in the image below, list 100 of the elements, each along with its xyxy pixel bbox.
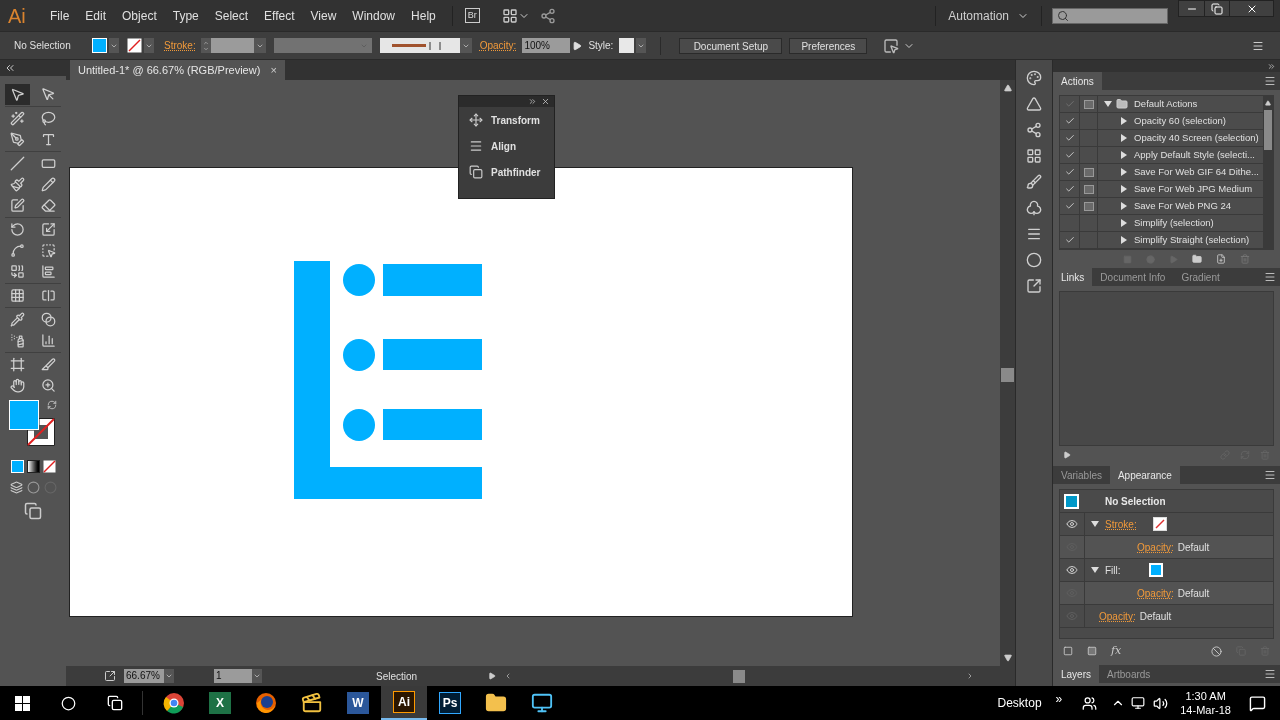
action-row[interactable]: Simplify (selection) [1060,215,1263,232]
restore-button[interactable] [1204,1,1229,16]
collapse-icon[interactable] [4,62,16,74]
action-row[interactable]: Opacity 40 Screen (selection) [1060,130,1263,147]
windows-start-icon[interactable] [15,695,30,711]
panel-item[interactable]: Align [459,133,554,159]
task-view-icon[interactable] [107,695,123,711]
disclosure-triangle-icon[interactable] [1120,185,1128,193]
app-icon[interactable]: Ps [439,692,461,714]
fill-color-swatch[interactable] [9,400,39,430]
panel-menu-icon[interactable] [1264,75,1276,87]
disclosure-triangle-icon[interactable] [1120,117,1128,125]
notification-icon[interactable] [1249,694,1266,712]
menu-item[interactable]: Edit [77,6,115,25]
scroll-up-icon[interactable] [1265,100,1271,106]
vertical-scroll-thumb[interactable] [1001,368,1014,382]
control-button[interactable]: Preferences [789,37,868,54]
stroke-weight-field[interactable] [200,38,266,53]
search-field[interactable] [1052,7,1168,24]
control-button[interactable]: Document Setup [679,37,783,54]
visibility-eye-icon[interactable] [1066,518,1078,530]
disclosure-triangle-icon[interactable] [1091,566,1099,574]
club-icon[interactable] [1026,200,1042,216]
circle-icon[interactable] [1026,252,1042,268]
stroke-link[interactable]: Stroke: [164,38,196,53]
panel-item[interactable]: Transform [459,107,554,133]
opacity-link[interactable]: Opacity: [1099,608,1136,624]
dialog-toggle[interactable] [1079,181,1098,197]
monitor-icon[interactable] [531,692,553,714]
panel-menu-icon[interactable] [1252,39,1264,52]
color-mode-button[interactable] [10,460,24,473]
workspace-switcher[interactable]: Automation [948,6,1029,25]
firefox-icon[interactable] [255,692,277,714]
panel-tab[interactable]: Appearance [1109,466,1180,484]
disclosure-triangle-icon[interactable] [1120,134,1128,142]
stroke-lines-icon[interactable] [1026,226,1042,242]
panel-item[interactable]: Pathfinder [459,159,554,185]
panel-menu-icon[interactable] [1264,271,1276,283]
share-icon[interactable] [104,670,116,682]
panel-tab[interactable]: Links [1053,268,1093,286]
action-row[interactable]: Save For Web JPG Medium [1060,181,1263,198]
swap-arrows-icon[interactable] [47,400,57,410]
panel-tab[interactable]: Actions [1053,72,1102,90]
export-icon[interactable] [1026,278,1042,294]
search-circle-icon[interactable] [61,695,76,711]
add-stroke-icon[interactable] [1063,646,1073,656]
add-fill-icon[interactable] [1087,646,1097,656]
new-action-icon[interactable] [1216,254,1226,264]
scroll-thumb[interactable] [733,669,745,683]
expand-arrow-icon[interactable] [1063,450,1071,459]
clear-icon[interactable] [1211,645,1222,657]
taskbar-button[interactable]: W [335,686,381,720]
action-row[interactable]: Save For Web PNG 24 [1060,198,1263,215]
scroll-thumb[interactable] [1264,110,1272,150]
chrome-icon[interactable] [163,692,185,714]
scroll-left-icon[interactable] [504,672,512,680]
brush-dropdown[interactable] [379,38,472,53]
palette-icon[interactable] [1026,70,1042,86]
panel-tab[interactable]: Gradient [1173,268,1228,286]
disclosure-triangle-icon[interactable] [1120,219,1128,227]
close-button[interactable] [1229,1,1273,16]
panel-menu-icon[interactable] [1264,668,1276,680]
tool-button[interactable] [5,84,30,105]
disclosure-triangle-icon[interactable] [1091,520,1099,528]
graph-nodes-icon[interactable] [1026,122,1042,138]
volume-icon[interactable] [1153,695,1169,711]
menu-item[interactable]: Type [164,6,207,25]
disclosure-triangle-icon[interactable] [1120,236,1128,244]
action-row[interactable]: Simplify Straight (selection) [1060,232,1263,249]
menu-item[interactable]: Effect [256,6,303,25]
disclosure-triangle-icon[interactable] [1104,100,1112,108]
action-row[interactable]: Default Actions [1060,96,1263,113]
effects-button[interactable]: fx [1111,642,1122,660]
opacity-field[interactable]: 100% [522,38,571,53]
dialog-toggle[interactable] [1079,96,1098,112]
action-row[interactable]: Opacity 60 (selection) [1060,113,1263,130]
menu-item[interactable]: Object [114,6,165,25]
brushes-icon[interactable] [1026,174,1042,190]
stroke-link[interactable]: Stroke: [1105,516,1137,532]
expand-icon[interactable] [528,97,537,106]
folder-icon[interactable] [485,692,507,714]
expand-arrow-icon[interactable] [488,672,496,680]
taskbar-button[interactable]: Ps [427,686,473,720]
app-icon[interactable]: X [209,692,231,714]
panel-menu-icon[interactable] [1264,469,1276,481]
fill-swatch[interactable] [1148,563,1163,577]
taskbar-button[interactable]: Ai [381,686,427,720]
opacity-link[interactable]: Opacity: [1137,539,1174,555]
panel-tab[interactable]: Document Info [1092,268,1174,286]
people-icon[interactable] [1082,695,1098,711]
app-icon[interactable]: W [347,692,369,714]
fill-swatch-control[interactable] [92,38,119,53]
menu-item[interactable]: Window [344,6,404,25]
expand-arrow-icon[interactable] [572,40,583,51]
menu-item[interactable]: Help [403,6,444,25]
panel-tab[interactable]: Artboards [1099,665,1159,683]
restore-icon[interactable] [1211,2,1223,15]
dialog-toggle[interactable] [1079,198,1098,214]
scroll-up-icon[interactable] [1003,84,1012,92]
minimize-button[interactable] [1179,1,1204,16]
